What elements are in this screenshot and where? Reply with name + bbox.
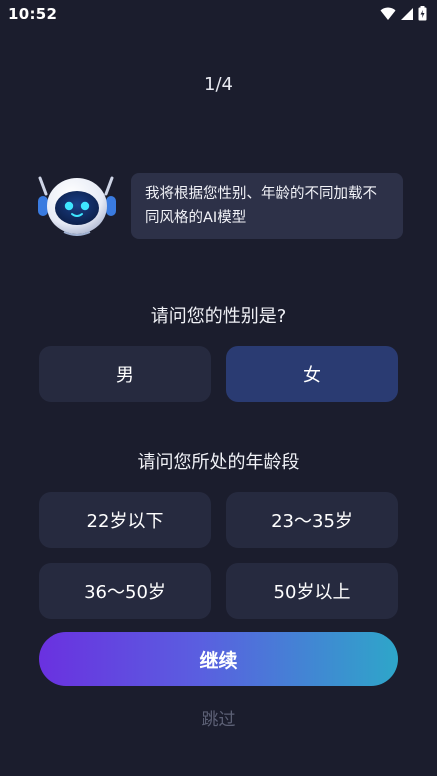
robot-icon [38,176,116,236]
skip-button[interactable]: 跳过 [0,705,437,730]
age-option-over-50[interactable]: 50岁以上 [226,563,398,619]
status-bar: 10:52 [0,0,437,30]
age-option-under-22[interactable]: 22岁以下 [39,492,211,548]
battery-charging-icon [418,6,427,21]
step-indicator: 1/4 [204,74,233,95]
assistant-message-bubble: 我将根据您性别、年龄的不同加载不同风格的AI模型 [131,173,403,239]
age-option-23-35[interactable]: 23～35岁 [226,492,398,548]
age-option-36-50[interactable]: 36～50岁 [39,563,211,619]
robot-avatar [36,172,118,236]
continue-button[interactable]: 继续 [39,632,398,686]
gender-question-title: 请问您的性别是? [150,306,287,327]
status-icons [380,6,427,21]
gender-option-female[interactable]: 女 [226,346,398,402]
status-time: 10:52 [8,5,58,23]
age-question-title: 请问您所处的年龄段 [137,452,300,473]
gender-option-male[interactable]: 男 [39,346,211,402]
cellular-signal-icon [401,7,413,20]
wifi-icon [380,7,396,20]
